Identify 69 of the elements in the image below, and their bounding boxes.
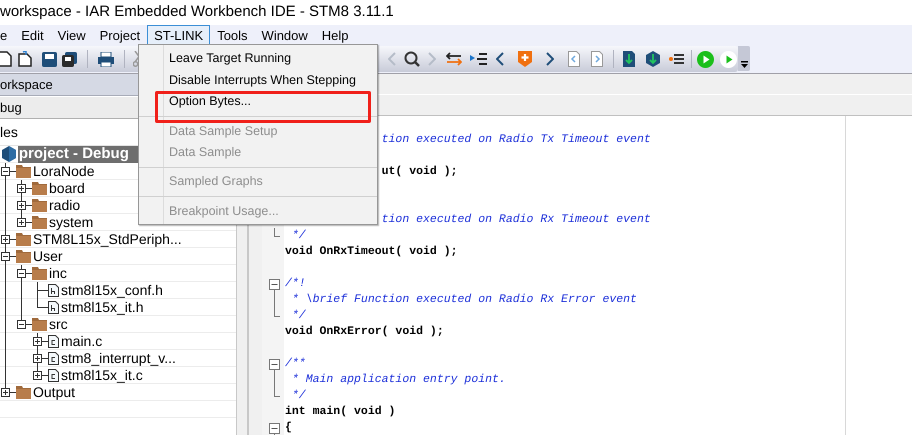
expand-icon[interactable] bbox=[33, 354, 42, 362]
toolbar-overflow-button[interactable] bbox=[738, 46, 750, 71]
code-line: { bbox=[285, 420, 292, 435]
expand-icon[interactable] bbox=[1, 388, 10, 396]
menu-item[interactable]: Tools bbox=[210, 25, 255, 46]
printer-icon[interactable] bbox=[98, 52, 114, 66]
save-icon[interactable] bbox=[42, 52, 57, 66]
code-comment: tion executed on Radio Tx Timeout event bbox=[382, 132, 651, 148]
code-comment: * Main application entry point. bbox=[290, 372, 506, 388]
menu-item[interactable]: e bbox=[0, 25, 14, 46]
folder-icon bbox=[32, 216, 47, 228]
panel-title: orkspace bbox=[0, 76, 53, 94]
fold-icon[interactable] bbox=[269, 423, 280, 434]
indent-list-icon[interactable] bbox=[470, 53, 487, 65]
breakpoint-list-icon[interactable] bbox=[669, 54, 684, 64]
menu-item[interactable]: View bbox=[50, 25, 93, 46]
expand-icon[interactable] bbox=[17, 218, 26, 226]
code-comment: * \brief Function executed on Radio Rx Error event bbox=[290, 292, 637, 308]
code-comment: */ bbox=[290, 228, 306, 244]
collapse-icon[interactable] bbox=[17, 320, 26, 328]
menu-item[interactable]: Edit bbox=[14, 25, 51, 46]
folder-icon bbox=[16, 232, 31, 246]
window-title: workspace - IAR Embedded Workbench IDE - STM8 3.11.1 bbox=[0, 2, 394, 22]
code-comment: /*! bbox=[285, 276, 306, 292]
chevron-right-icon[interactable] bbox=[546, 52, 554, 66]
folder-icon bbox=[32, 266, 47, 280]
document-right-icon[interactable] bbox=[591, 51, 603, 67]
expand-icon[interactable] bbox=[1, 234, 10, 244]
collapse-icon[interactable] bbox=[1, 252, 10, 260]
column-header[interactable]: les bbox=[0, 122, 18, 143]
folder-icon bbox=[16, 164, 31, 178]
code-line: void OnRxError( void ); bbox=[285, 324, 444, 340]
collapse-icon[interactable] bbox=[17, 268, 26, 278]
code-line: void OnRxTimeout( void ); bbox=[285, 244, 458, 260]
menu-item[interactable]: Help bbox=[314, 25, 356, 46]
expand-icon[interactable] bbox=[33, 336, 42, 346]
expand-icon[interactable] bbox=[17, 200, 26, 210]
document-left-icon[interactable] bbox=[568, 51, 580, 67]
folder-icon bbox=[32, 318, 47, 330]
hexagon-icon bbox=[2, 146, 16, 162]
folder-icon bbox=[16, 386, 31, 398]
save-all-icon[interactable] bbox=[62, 52, 77, 66]
code-line: int main( void ) bbox=[285, 404, 396, 420]
hexagon-download-icon[interactable] bbox=[646, 51, 660, 67]
chevron-left-icon[interactable] bbox=[496, 52, 504, 66]
dropdown-arrow-icon bbox=[740, 61, 748, 68]
open-file-icon[interactable] bbox=[18, 51, 32, 67]
new-file-icon[interactable] bbox=[0, 51, 12, 67]
code-comment: */ bbox=[290, 308, 306, 324]
menu-item[interactable]: Window bbox=[254, 25, 315, 46]
menu-item[interactable]: ST-LINK bbox=[147, 25, 210, 46]
code-comment: tion executed on Radio Rx Timeout event bbox=[382, 212, 651, 228]
swap-arrows-icon[interactable] bbox=[446, 52, 462, 66]
search-icon[interactable] bbox=[404, 51, 420, 67]
code-comment: /** bbox=[285, 356, 306, 372]
download-icon[interactable] bbox=[623, 51, 635, 67]
expand-icon[interactable] bbox=[17, 184, 26, 192]
folder-icon bbox=[32, 198, 47, 212]
menu-option[interactable]: Disable Interrupts When Stepping bbox=[139, 69, 377, 91]
fold-icon[interactable] bbox=[269, 359, 280, 370]
menu-item[interactable]: Project bbox=[92, 25, 148, 46]
collapse-icon[interactable] bbox=[1, 166, 10, 176]
folder-icon bbox=[16, 250, 31, 262]
shield-plus-icon[interactable] bbox=[518, 51, 532, 67]
code-line: ut( void ); bbox=[382, 164, 458, 180]
folder-icon bbox=[32, 182, 47, 194]
expand-icon[interactable] bbox=[33, 370, 42, 380]
fold-icon[interactable] bbox=[269, 279, 280, 290]
code-comment: */ bbox=[290, 388, 306, 404]
